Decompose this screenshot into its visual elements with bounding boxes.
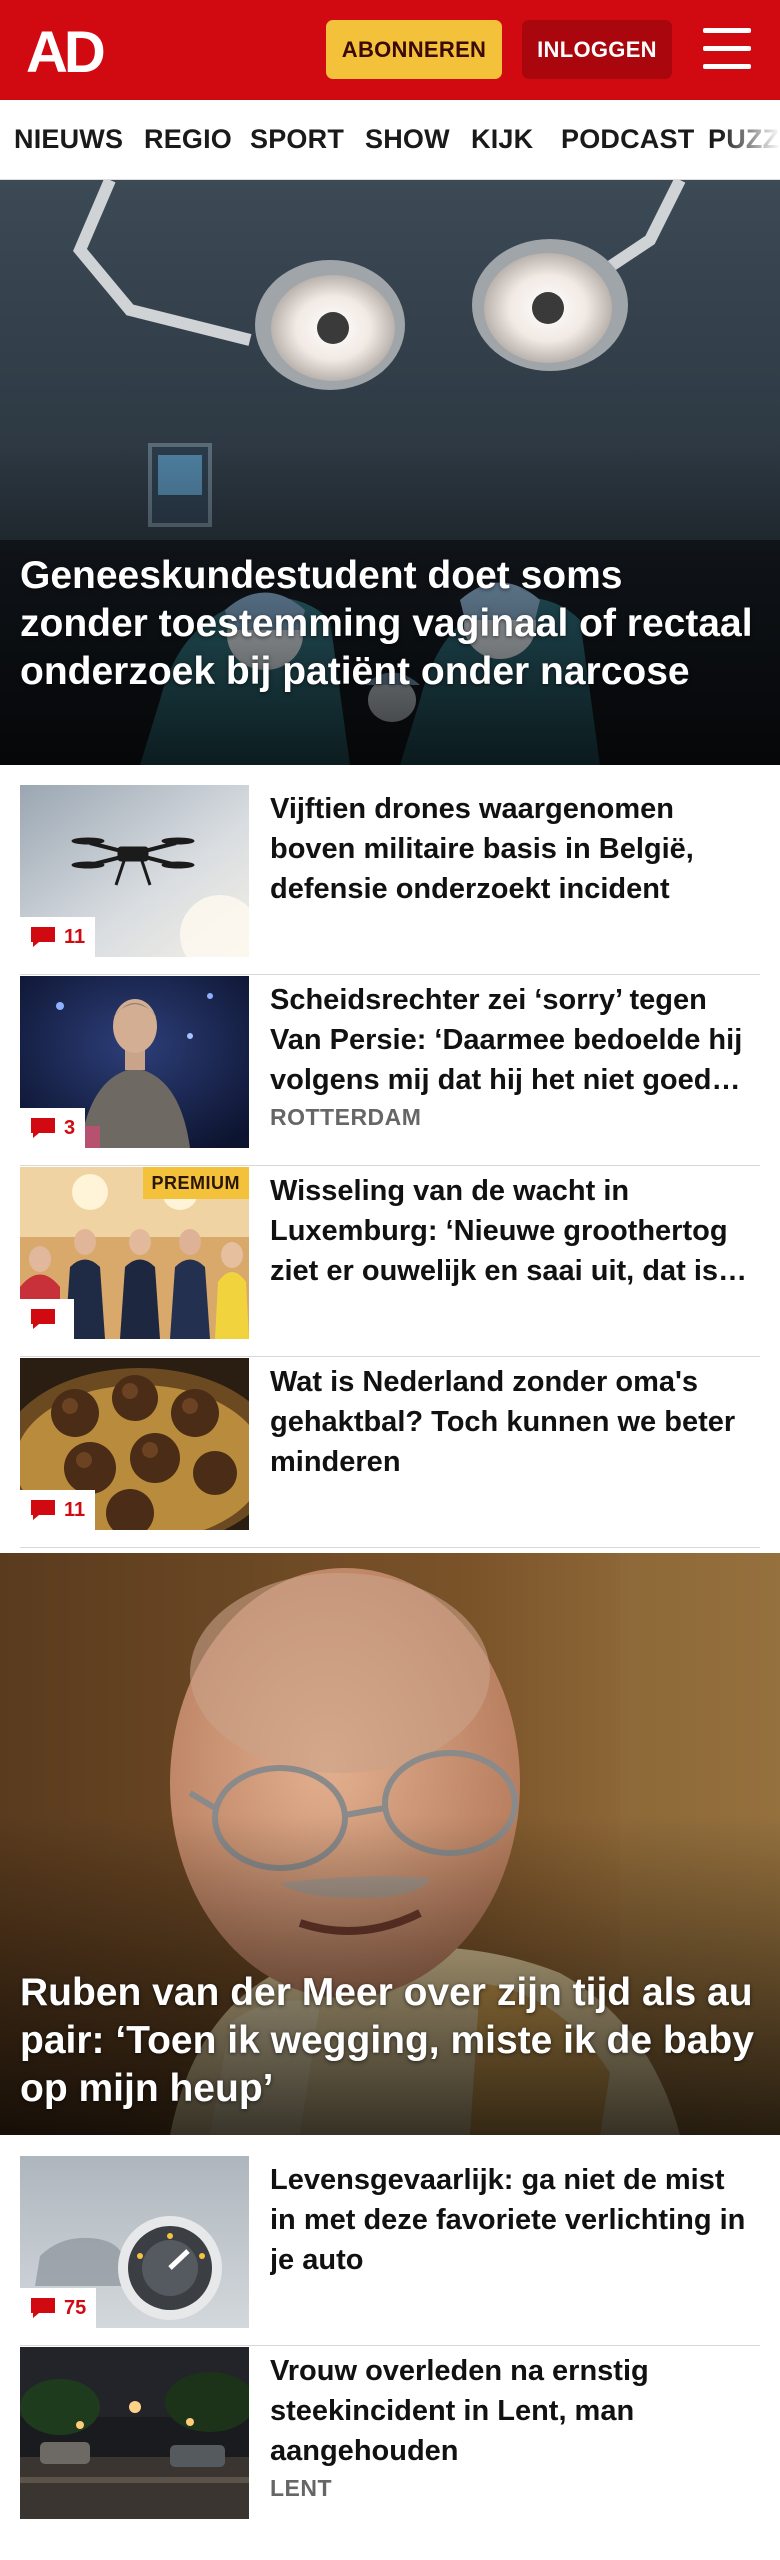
region-label: LENT xyxy=(270,2475,333,2501)
thumbnail-referee: 3 xyxy=(20,976,249,1148)
article-title[interactable]: Vrouw overleden na ernstig steekincident… xyxy=(270,2351,758,2471)
comment-icon xyxy=(31,927,55,947)
site-header: AD ABONNEREN INLOGGEN xyxy=(0,0,780,100)
comment-icon xyxy=(31,1500,55,1520)
thumbnail-drone: 11 xyxy=(20,785,249,957)
article-title[interactable]: Wisseling van de wacht in Luxemburg: ‘Ni… xyxy=(270,1171,758,1291)
article-title[interactable]: Vijftien drones waargenomen boven milita… xyxy=(270,789,758,909)
nav-item-show[interactable]: SHOW xyxy=(365,124,450,155)
article-title[interactable]: Scheidsrechter zei ‘sorry’ tegen Van Per… xyxy=(270,980,758,1100)
hero-article-ruben[interactable]: Ruben van der Meer over zijn tijd als au… xyxy=(0,1553,780,2135)
subscribe-button[interactable]: ABONNEREN xyxy=(326,20,502,79)
article-title[interactable]: Wat is Nederland zonder oma's gehaktbal?… xyxy=(270,1362,758,1482)
list-item[interactable]: 3 Scheidsrechter zei ‘sorry’ tegen Van P… xyxy=(20,976,760,1166)
region-label: ROTTERDAM xyxy=(270,1104,422,1130)
comment-count: 75 xyxy=(64,2296,87,2319)
ad-logo[interactable]: AD xyxy=(26,24,116,76)
comment-count-badge: 3 xyxy=(20,1108,86,1148)
comment-count: 11 xyxy=(64,925,86,948)
section-nav: NIEUWS REGIO SPORT SHOW KIJK PODCAST PUZ… xyxy=(0,100,780,180)
svg-text:AD: AD xyxy=(26,24,104,76)
list-item[interactable]: 11 Wat is Nederland zonder oma's gehaktb… xyxy=(20,1358,760,1548)
premium-badge: PREMIUM xyxy=(142,1167,249,1199)
comment-count: 3 xyxy=(64,1116,76,1139)
comment-count: 11 xyxy=(64,1498,86,1521)
nav-item-regio[interactable]: REGIO xyxy=(144,124,232,155)
nav-item-kijk[interactable]: KIJK xyxy=(471,124,533,155)
list-item[interactable]: 75 Levensgevaarlijk: ga niet de mist in … xyxy=(20,2156,760,2346)
login-button[interactable]: INLOGGEN xyxy=(522,20,672,79)
nav-fade xyxy=(720,100,780,179)
comment-count-badge: 11 xyxy=(20,1490,96,1530)
hamburger-menu-icon[interactable] xyxy=(700,24,754,76)
nav-item-podcast[interactable]: PODCAST xyxy=(561,124,694,155)
thumbnail-fog-lights: 75 xyxy=(20,2156,249,2328)
comment-icon xyxy=(31,1309,55,1329)
thumbnail-meatballs: 11 xyxy=(20,1358,249,1530)
hero-article-surgery[interactable]: Geneeskundestudent doet soms zonder toes… xyxy=(0,180,780,765)
comment-count-badge: 11 xyxy=(20,917,96,957)
article-title[interactable]: Levensgevaarlijk: ga niet de mist in met… xyxy=(270,2160,758,2280)
list-item[interactable]: PREMIUM Wisseling van de wacht in Luxemb… xyxy=(20,1167,760,1357)
hero-title[interactable]: Ruben van der Meer over zijn tijd als au… xyxy=(20,1969,756,2113)
comment-count-badge: 75 xyxy=(20,2288,97,2328)
nav-item-sport[interactable]: SPORT xyxy=(250,124,344,155)
comment-count-badge xyxy=(20,1299,74,1339)
nav-item-nieuws[interactable]: NIEUWS xyxy=(14,124,123,155)
hero-title[interactable]: Geneeskundestudent doet soms zonder toes… xyxy=(20,552,756,696)
thumbnail-street-night xyxy=(20,2347,249,2519)
comment-icon xyxy=(31,1118,55,1138)
list-item[interactable]: Vrouw overleden na ernstig steekincident… xyxy=(20,2347,760,2537)
list-item[interactable]: 11 Vijftien drones waargenomen boven mil… xyxy=(20,785,760,975)
thumbnail-luxembourg-royals: PREMIUM xyxy=(20,1167,249,1339)
comment-icon xyxy=(31,2298,55,2318)
